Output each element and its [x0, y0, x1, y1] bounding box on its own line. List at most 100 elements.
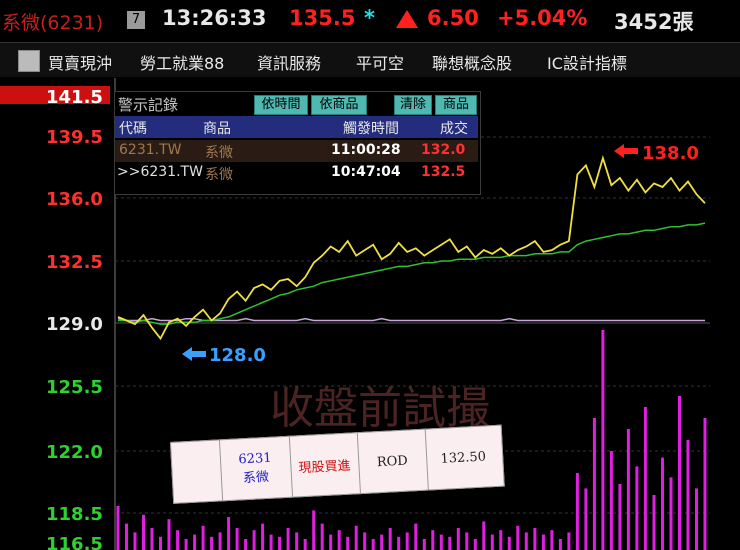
volume-bar: [695, 488, 698, 550]
volume-bar: [703, 418, 707, 550]
volume-bar: [482, 521, 486, 550]
volume-bar: [601, 330, 605, 550]
volume-bar: [414, 523, 418, 550]
volume-bar: [516, 525, 520, 550]
y-tick-label: 132.5: [46, 252, 103, 273]
order-price: 132.50: [440, 448, 487, 467]
quote-header: 系微(6231) 7 13:26:33 135.5 * 6.50 +5.04% …: [0, 0, 740, 40]
alert-row[interactable]: >>6231.TW 系微 10:47:04 132.5: [115, 162, 478, 184]
volume-bar: [567, 532, 571, 550]
checkbox-icon[interactable]: [18, 50, 40, 72]
volume-bar: [320, 523, 324, 550]
volume-bar: [312, 510, 316, 550]
volume-bar: [626, 429, 630, 550]
alert-log-panel: 警示記錄 依時間 依商品 清除 商品 代碼 商品 觸發時間 成交 6231.TW…: [114, 91, 481, 195]
y-tick-label: 116.5: [46, 534, 103, 550]
alert-time: 11:00:28: [331, 142, 401, 158]
y-tick-label: 122.0: [46, 442, 103, 463]
volume-bar: [431, 530, 435, 550]
alert-name: 系微: [205, 145, 233, 161]
up-triangle-icon: [395, 9, 419, 34]
volume-bar: [193, 534, 197, 550]
volume-bar: [618, 484, 622, 550]
volume-bar: [125, 523, 128, 550]
volume-bar: [363, 532, 367, 550]
alert-code: >>6231.TW: [117, 164, 203, 180]
volume-bar: [286, 528, 290, 550]
order-condition: ROD: [376, 453, 409, 470]
menu-item-lenovo[interactable]: 聯想概念股: [432, 50, 512, 74]
alert-row[interactable]: 6231.TW 系微 11:00:28 132.0: [115, 140, 478, 162]
volume-bar: [661, 457, 664, 550]
alert-time: 10:47:04: [331, 164, 401, 180]
volume-bar: [252, 530, 256, 550]
volume-bar: [456, 528, 460, 550]
volume-bar: [669, 477, 673, 550]
volume-bar: [235, 528, 239, 550]
price-change-percent: +5.04%: [497, 6, 588, 30]
volume-bar: [150, 528, 154, 550]
sort-by-time-button[interactable]: 依時間: [254, 95, 308, 115]
volume-bar: [558, 539, 562, 550]
volume-bar: [380, 534, 384, 550]
volume-bar: [388, 528, 392, 550]
column-header-product: 商品: [203, 121, 231, 137]
y-tick-label: 118.5: [46, 504, 103, 525]
volume-bar: [652, 495, 656, 550]
group-menu-bar: 買賣現沖 勞工就業88 資訊服務 平可空 聯想概念股 IC設計指標: [0, 42, 740, 77]
column-header-trigger-time: 觸發時間: [343, 121, 399, 137]
volume-bar: [278, 536, 282, 550]
volume-bar: [524, 532, 528, 550]
volume-bar: [678, 396, 681, 550]
volume-bar: [643, 407, 647, 550]
order-type-cell: 現股買進: [288, 433, 361, 497]
y-tick-label: 141.5: [46, 87, 103, 108]
volume-bar: [541, 534, 545, 550]
alert-price: 132.0: [421, 142, 466, 158]
y-tick-label: 125.5: [46, 377, 103, 398]
menu-item-labor[interactable]: 勞工就業88: [140, 50, 224, 74]
menu-item-info-service[interactable]: 資訊服務: [257, 50, 321, 74]
order-type: 現股買進: [298, 458, 351, 476]
volume-bar: [397, 536, 401, 550]
volume-bar: [176, 530, 180, 550]
volume-bar: [295, 532, 299, 550]
menu-item-short[interactable]: 平可空: [356, 50, 404, 74]
high-price-label: 138.0: [642, 143, 699, 164]
volume-bar: [184, 539, 188, 550]
volume-bar: [507, 536, 511, 550]
volume-bar: [261, 523, 265, 550]
volume-bar: [575, 473, 579, 550]
menu-item-ic-design[interactable]: IC設計指標: [547, 50, 627, 74]
volume-bar: [346, 536, 350, 550]
price-change: 6.50: [427, 6, 479, 30]
order-name: 系微: [242, 469, 270, 487]
volume-bar: [422, 539, 426, 550]
clear-button[interactable]: 清除: [394, 95, 432, 115]
alert-table-header: 代碼 商品 觸發時間 成交: [115, 116, 478, 138]
order-price-cell: 132.50: [425, 426, 502, 490]
volume-bar: [329, 534, 333, 550]
volume-bar: [584, 488, 588, 550]
volume-bar: [448, 536, 452, 550]
volume-bar: [269, 534, 273, 550]
alert-price: 132.5: [421, 164, 466, 180]
order-condition-cell: ROD: [356, 429, 429, 494]
menu-item-daytrade[interactable]: 買賣現沖: [48, 50, 112, 74]
volume-bar: [371, 539, 375, 550]
volume-bar: [405, 532, 409, 550]
column-header-price: 成交: [440, 121, 468, 137]
volume-bar: [473, 539, 477, 550]
volume-bar: [167, 519, 171, 550]
period-badge[interactable]: 7: [127, 11, 145, 29]
volume-bar: [635, 466, 639, 550]
product-button[interactable]: 商品: [435, 95, 477, 115]
y-tick-label: 139.5: [46, 127, 103, 148]
stock-name[interactable]: 系微(6231): [2, 8, 103, 35]
y-tick-label: 129.0: [46, 314, 103, 335]
last-price: 135.5: [289, 6, 356, 30]
alert-name: 系微: [205, 167, 233, 183]
sort-by-product-button[interactable]: 依商品: [311, 95, 367, 115]
alert-code: 6231.TW: [119, 142, 182, 158]
low-price-label: 128.0: [209, 345, 266, 366]
